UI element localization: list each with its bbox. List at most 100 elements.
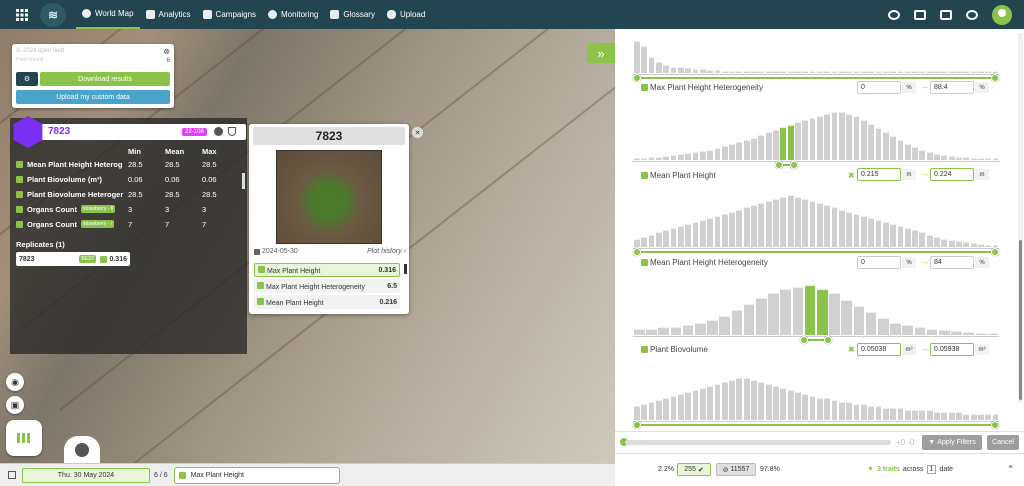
close-photo-button[interactable]: ✕ — [412, 127, 423, 138]
date-selector[interactable]: Thu. 30 May 2024 — [22, 467, 150, 483]
map-layers-button[interactable]: ▣ — [6, 396, 24, 414]
histogram-bar — [817, 71, 823, 73]
download-results-button[interactable]: Download results — [40, 72, 170, 86]
col-mean[interactable]: Mean — [165, 147, 202, 156]
app-logo[interactable]: ≋ — [40, 2, 66, 27]
histogram-baseline — [633, 248, 999, 249]
nav-glossary[interactable]: Glossary — [324, 0, 381, 29]
range-slider[interactable] — [637, 424, 995, 426]
metric-max-plant-height-heterogeneity[interactable]: Max Plant Height Heterogeneity 6.5 — [254, 279, 400, 293]
chevron-up-icon[interactable]: ⌃ — [1007, 464, 1015, 475]
image-icon[interactable] — [940, 9, 952, 20]
settings-icon[interactable] — [966, 9, 978, 20]
clear-filter-icon[interactable]: ✖ — [848, 345, 855, 354]
nav-monitoring[interactable]: Monitoring — [262, 0, 324, 29]
range-slider[interactable] — [637, 251, 995, 253]
leaf-icon — [16, 205, 23, 213]
histogram-bar — [860, 404, 867, 420]
filter-max-input[interactable]: 0.05938 — [930, 343, 974, 356]
histogram-bar — [963, 71, 970, 73]
minus-icon[interactable] — [214, 127, 223, 136]
trait-row[interactable]: Plant Biovolume (m³) 0.06 0.06 0.06 — [16, 172, 244, 186]
photo-date: 2024-05-30 — [262, 248, 298, 255]
histogram-bar — [802, 394, 809, 420]
histogram-bar — [802, 71, 809, 73]
trait-row[interactable]: Plant Biovolume Heteroger 28.5 28.5 28.5 — [16, 187, 244, 201]
clear-filter-icon[interactable]: ✖ — [848, 171, 855, 180]
filter-min-input[interactable]: 0 — [857, 256, 901, 269]
trait-row[interactable]: Organs Count strawberry - fl 333 — [16, 202, 244, 216]
grid-icon — [17, 433, 31, 443]
range-min-handle[interactable] — [633, 248, 641, 256]
nav-upload[interactable]: Upload — [381, 0, 431, 29]
range-slider[interactable] — [637, 77, 995, 79]
col-max[interactable]: Max — [202, 147, 239, 156]
filter-max-input[interactable]: 84 — [930, 256, 974, 269]
histogram-bar — [809, 118, 816, 160]
calendar-icon[interactable] — [8, 471, 16, 479]
filter-min-input[interactable]: 0.215 — [857, 168, 901, 181]
nav-analytics[interactable]: Analytics — [140, 0, 197, 29]
settings-button[interactable]: ⚙ — [16, 72, 38, 86]
globe-layer-button[interactable]: ◉ — [6, 373, 24, 391]
metric-max-plant-height[interactable]: Max Plant Height 0.316 — [254, 263, 400, 277]
histogram-bar — [963, 241, 970, 247]
users-icon[interactable] — [888, 9, 900, 20]
filter-min-input[interactable]: 0 — [857, 81, 901, 94]
replicate-row[interactable]: 7823 BEST 0.316 — [16, 252, 130, 266]
histogram-bar — [795, 71, 801, 73]
apps-grid-icon[interactable] — [12, 0, 32, 29]
histogram-bar — [787, 71, 794, 73]
trait-row[interactable]: Mean Plant Height Heterog 28.5 28.5 28.5 — [16, 157, 244, 171]
close-icon[interactable]: ⊗ — [163, 47, 170, 56]
histogram-bar — [721, 70, 728, 73]
cancel-button[interactable]: Cancel — [987, 435, 1019, 450]
plot-photo[interactable] — [276, 150, 382, 244]
histogram-bar — [948, 412, 955, 420]
histogram-bar — [941, 238, 948, 247]
shield-icon[interactable] — [228, 127, 236, 136]
metric-mean-plant-height[interactable]: Mean Plant Height 0.216 — [254, 295, 400, 309]
selected-count-badge[interactable]: 255 ✔ — [677, 463, 711, 476]
table-scrollbar[interactable] — [242, 173, 245, 189]
trait-selector[interactable]: Max Plant Height — [173, 466, 340, 484]
histogram-bar — [860, 215, 867, 247]
histogram-bar — [948, 239, 955, 247]
histogram-bar — [780, 127, 787, 160]
leaf-icon — [641, 346, 648, 353]
upload-custom-data-button[interactable]: Upload my custom data — [16, 90, 170, 104]
range-max-handle[interactable] — [991, 248, 999, 256]
filter-max-input[interactable]: 0.224 — [930, 168, 974, 181]
range-max-handle[interactable] — [991, 421, 999, 429]
filter-min-input[interactable]: 0.05038 — [857, 343, 901, 356]
range-min-handle[interactable] — [799, 336, 808, 344]
range-max-handle[interactable] — [790, 161, 799, 169]
filter-max-input[interactable]: 88.4 — [930, 81, 974, 94]
plot-tag: 22-106 — [182, 128, 207, 136]
histogram-bar — [897, 71, 904, 73]
camera-button[interactable] — [64, 436, 100, 464]
plot-history-link[interactable]: Plot history › — [367, 248, 406, 255]
collapse-panel-button[interactable]: » — [587, 43, 615, 63]
histogram-bar — [751, 138, 757, 160]
trait-row[interactable]: Organs Count strawberry - r 777 — [16, 217, 244, 231]
photo-list-scrollbar[interactable] — [404, 264, 407, 274]
excluded-count-badge[interactable]: ⊘ 11557 — [716, 463, 756, 476]
histogram-bar — [838, 209, 845, 247]
histogram-bar — [829, 293, 840, 335]
user-avatar[interactable] — [992, 4, 1012, 25]
range-min-handle[interactable] — [633, 421, 641, 429]
upload-icon[interactable] — [914, 9, 926, 20]
apply-filters-button[interactable]: ▼ Apply Filters — [922, 435, 982, 450]
histogram-bar — [648, 234, 655, 247]
nav-world-map[interactable]: World Map — [76, 0, 140, 29]
nav-campaigns[interactable]: Campaigns — [197, 0, 262, 29]
filter-panel-scroll-thumb[interactable] — [1019, 240, 1022, 400]
histogram-bar — [956, 71, 962, 73]
col-min[interactable]: Min — [128, 147, 165, 156]
grid-view-button[interactable] — [6, 420, 42, 456]
histogram-bar — [970, 158, 977, 160]
range-min-handle[interactable] — [633, 74, 641, 82]
range-max-handle[interactable] — [991, 74, 999, 82]
histogram-bar — [831, 207, 838, 247]
